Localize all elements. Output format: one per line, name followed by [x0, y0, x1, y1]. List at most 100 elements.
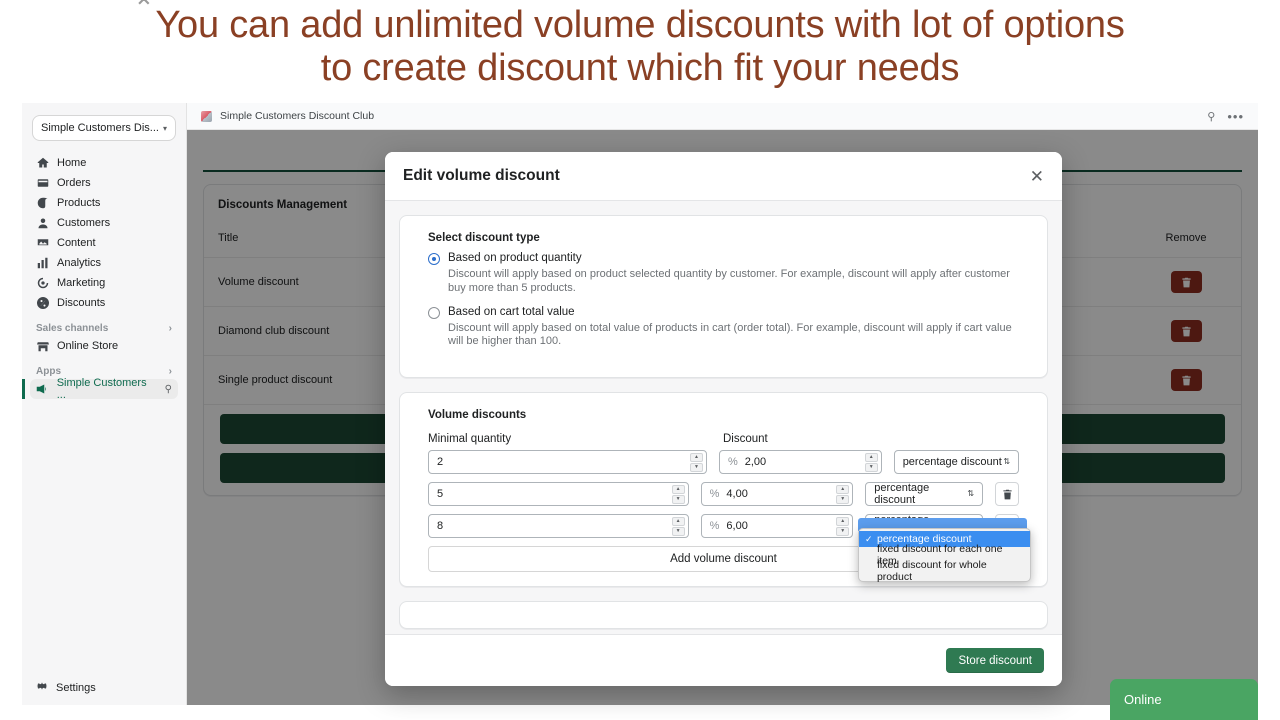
sidebar-section-apps[interactable]: Apps ›	[30, 356, 178, 379]
trash-icon	[1002, 489, 1013, 500]
discount-stepper[interactable]: ▲ ▼	[836, 517, 849, 536]
discount-value-input[interactable]: % 4,00 ▲ ▼	[701, 482, 854, 506]
gear-icon	[36, 680, 48, 695]
sidebar-item-label: Products	[57, 197, 100, 209]
stepper-down-icon[interactable]: ▼	[865, 463, 878, 472]
discount-type-select[interactable]: percentage discount ⇅	[865, 482, 983, 506]
min-quantity-value: 2	[437, 456, 443, 468]
store-discount-button[interactable]: Store discount	[946, 648, 1044, 673]
sidebar-item-label: Analytics	[57, 257, 101, 269]
app-favicon-icon	[201, 111, 212, 122]
online-status-label: Online	[1124, 692, 1162, 707]
radio-help-text: Discount will apply based on product sel…	[448, 268, 1019, 296]
sidebar-item-content[interactable]: Content	[30, 233, 178, 253]
percent-symbol: %	[710, 488, 720, 500]
stepper-up-icon[interactable]: ▲	[672, 485, 685, 494]
discounts-percent-icon	[36, 297, 49, 310]
stepper-up-icon[interactable]: ▲	[836, 485, 849, 494]
sidebar-item-marketing[interactable]: Marketing	[30, 273, 178, 293]
discount-value-input[interactable]: % 6,00 ▲ ▼	[701, 514, 854, 538]
app-icon	[36, 383, 49, 396]
products-tag-icon	[36, 197, 49, 210]
sidebar-item-simple-customers-app[interactable]: Simple Customers ... ⚲	[30, 379, 178, 399]
select-updown-icon: ⇅	[967, 490, 974, 498]
sidebar-item-discounts[interactable]: Discounts	[30, 293, 178, 313]
sidebar-item-label: Orders	[57, 177, 91, 189]
discount-type-panel: Select discount type Based on product qu…	[399, 215, 1048, 378]
sidebar-item-online-store[interactable]: Online Store	[30, 336, 178, 356]
stepper-up-icon[interactable]: ▲	[672, 517, 685, 526]
sidebar-item-home[interactable]: Home	[30, 153, 178, 173]
stepper-up-icon[interactable]: ▲	[865, 453, 878, 462]
stepper-down-icon[interactable]: ▼	[672, 527, 685, 536]
radio-option-product-quantity[interactable]: Based on product quantity	[428, 252, 1019, 265]
discount-type-dropdown-menu[interactable]: ✓ percentage discount fixed discount for…	[858, 528, 1031, 582]
additional-settings-panel	[399, 601, 1048, 629]
discount-type-value: percentage discount	[903, 456, 1002, 468]
percent-symbol: %	[728, 456, 738, 468]
content-image-icon	[36, 237, 49, 250]
app-bar-actions: ⚲ •••	[1207, 109, 1244, 124]
stepper-up-icon[interactable]: ▲	[836, 517, 849, 526]
customers-person-icon	[36, 217, 49, 230]
discount-value-input[interactable]: % 2,00 ▲ ▼	[719, 450, 882, 474]
sidebar-item-label: Marketing	[57, 277, 105, 289]
headline-line-1: You can add unlimited volume discounts w…	[155, 4, 1124, 46]
radio-label: Based on product quantity	[448, 252, 582, 264]
chevron-down-icon: ▾	[163, 124, 167, 133]
stepper-down-icon[interactable]: ▼	[690, 463, 703, 472]
discount-column-label: Discount	[723, 433, 1019, 445]
store-switcher[interactable]: Simple Customers Dis... ▾	[32, 115, 176, 141]
discount-type-select[interactable]: percentage discount ⇅	[894, 450, 1019, 474]
analytics-bars-icon	[36, 257, 49, 270]
online-status-badge[interactable]: Online	[1110, 679, 1258, 720]
sidebar-item-analytics[interactable]: Analytics	[30, 253, 178, 273]
check-icon: ✓	[865, 534, 873, 545]
headline-line-2: to create discount which fit your needs	[0, 49, 1280, 87]
discount-value: 4,00	[726, 488, 747, 500]
volume-discount-row: 5 ▲ ▼ % 4,00 ▲ ▼	[428, 482, 1019, 506]
close-icon[interactable]: ✕	[1030, 168, 1044, 185]
stepper-down-icon[interactable]: ▼	[836, 527, 849, 536]
pin-icon[interactable]: ⚲	[1207, 110, 1215, 123]
modal-footer: Store discount	[385, 634, 1062, 686]
chevron-right-icon: ›	[169, 366, 172, 377]
select-updown-icon: ⇅	[1003, 458, 1010, 466]
radio-icon-unselected[interactable]	[428, 307, 440, 319]
discount-stepper[interactable]: ▲ ▼	[836, 485, 849, 504]
sidebar-section-label: Apps	[36, 366, 61, 377]
ellipsis-icon[interactable]: •••	[1227, 109, 1244, 124]
quantity-stepper[interactable]: ▲ ▼	[672, 517, 685, 536]
min-quantity-input[interactable]: 8 ▲ ▼	[428, 514, 689, 538]
stepper-up-icon[interactable]: ▲	[690, 453, 703, 462]
sidebar: Simple Customers Dis... ▾ Home Orders Pr…	[22, 103, 187, 705]
quantity-stepper[interactable]: ▲ ▼	[672, 485, 685, 504]
sidebar-section-label: Sales channels	[36, 323, 108, 334]
stepper-down-icon[interactable]: ▼	[836, 495, 849, 504]
chevron-right-icon: ›	[169, 323, 172, 334]
sidebar-item-products[interactable]: Products	[30, 193, 178, 213]
min-quantity-value: 5	[437, 488, 443, 500]
min-quantity-input[interactable]: 2 ▲ ▼	[428, 450, 707, 474]
min-quantity-value: 8	[437, 520, 443, 532]
store-icon	[36, 340, 49, 353]
discount-stepper[interactable]: ▲ ▼	[865, 453, 878, 472]
sidebar-item-orders[interactable]: Orders	[30, 173, 178, 193]
app-top-bar: Simple Customers Discount Club ⚲ •••	[187, 103, 1258, 130]
radio-option-cart-total[interactable]: Based on cart total value	[428, 306, 1019, 319]
quantity-stepper[interactable]: ▲ ▼	[690, 453, 703, 472]
sidebar-item-customers[interactable]: Customers	[30, 213, 178, 233]
sidebar-section-sales-channels[interactable]: Sales channels ›	[30, 313, 178, 336]
radio-icon-selected[interactable]	[428, 253, 440, 265]
delete-volume-discount-row-button[interactable]	[995, 482, 1019, 506]
pin-icon[interactable]: ⚲	[165, 384, 172, 395]
app-title: Simple Customers Discount Club	[220, 110, 374, 122]
dropdown-option-fixed-whole-product[interactable]: fixed discount for whole product	[859, 563, 1030, 579]
sidebar-item-settings[interactable]: Settings	[30, 680, 178, 695]
sidebar-item-label: Home	[57, 157, 86, 169]
stepper-down-icon[interactable]: ▼	[672, 495, 685, 504]
dropdown-option-label: fixed discount for whole product	[877, 559, 1024, 583]
radio-help-text: Discount will apply based on total value…	[448, 322, 1019, 350]
sidebar-item-label: Discounts	[57, 297, 105, 309]
min-quantity-input[interactable]: 5 ▲ ▼	[428, 482, 689, 506]
